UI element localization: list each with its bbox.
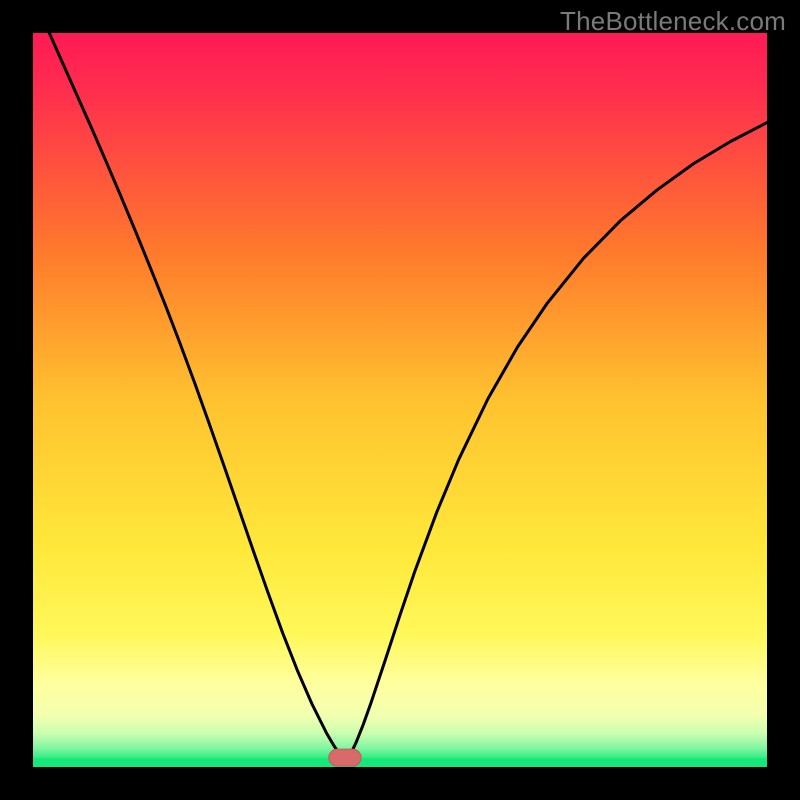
chart-frame: TheBottleneck.com — [0, 0, 800, 800]
plot-area — [33, 33, 767, 767]
optimal-marker — [329, 749, 361, 766]
gradient-background — [33, 33, 767, 767]
green-baseline — [33, 758, 767, 767]
bottleneck-chart — [33, 33, 767, 767]
